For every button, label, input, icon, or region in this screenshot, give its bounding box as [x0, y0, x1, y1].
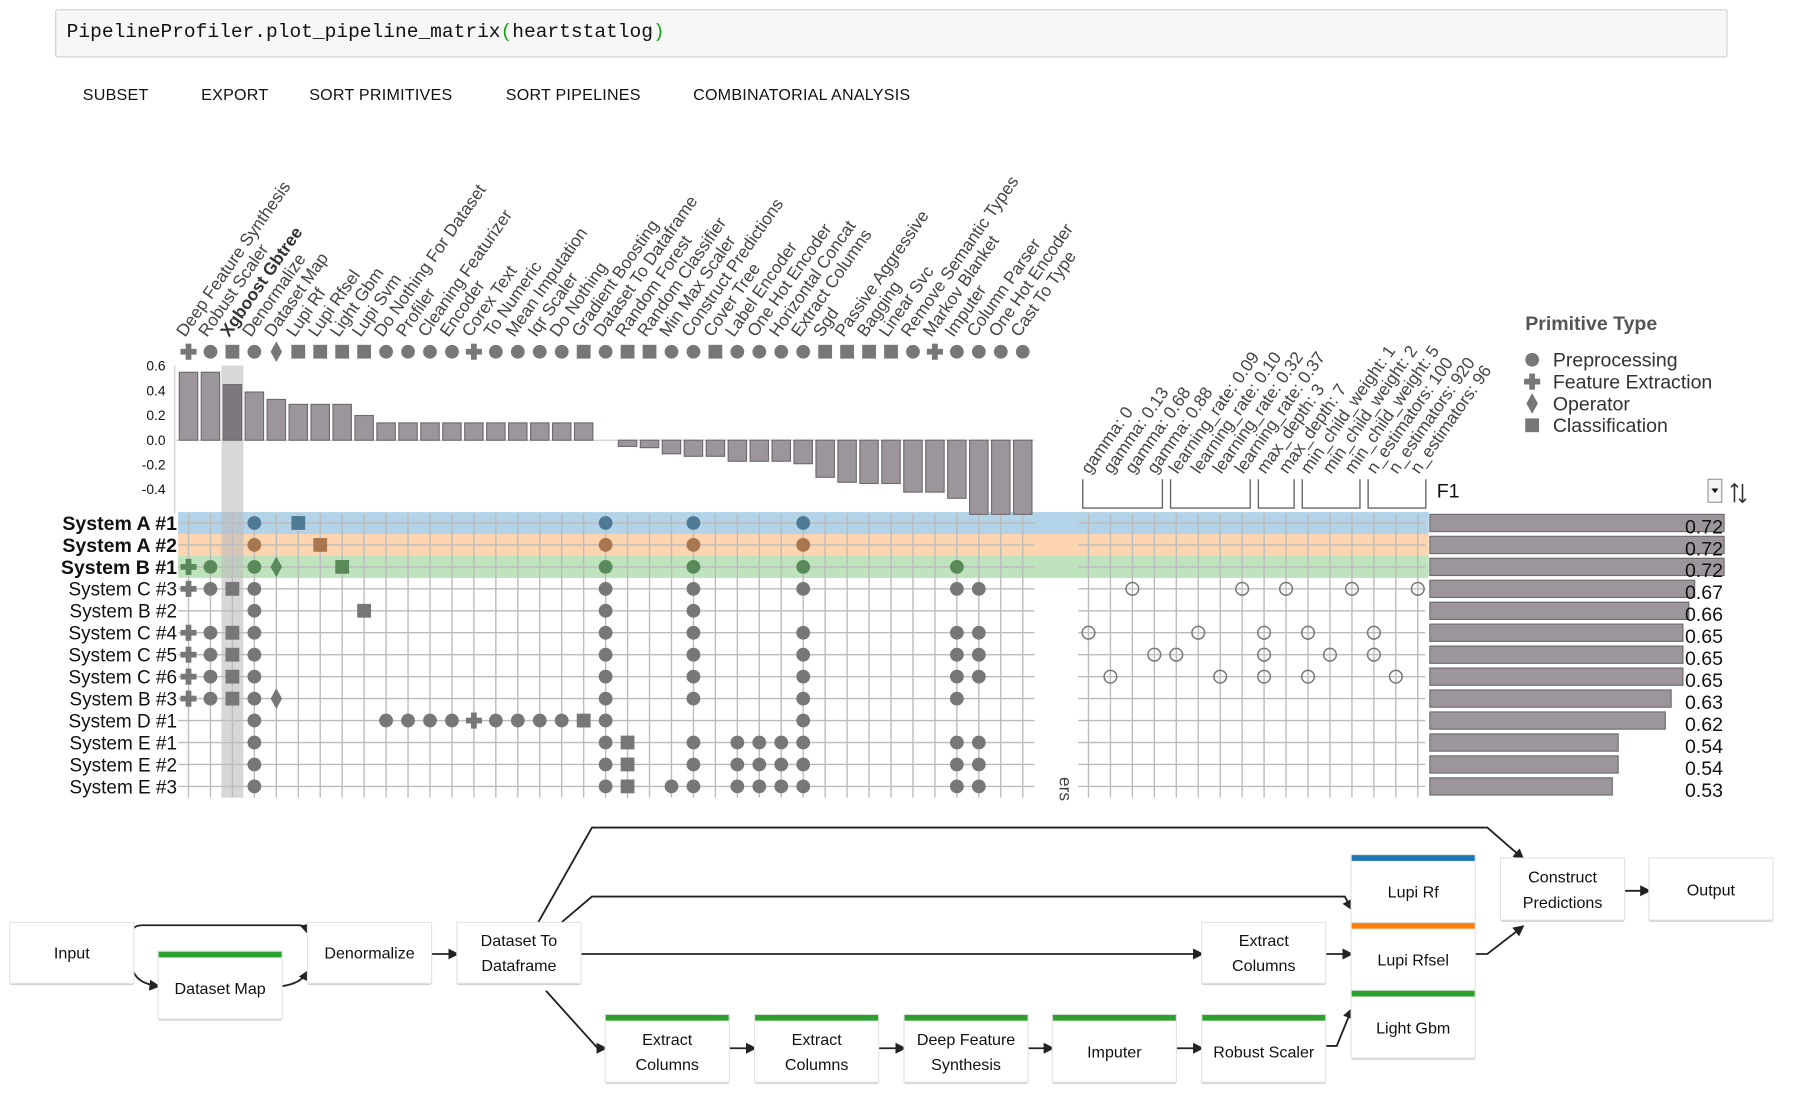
graph-node-label: Robust Scaler: [1213, 1041, 1315, 1061]
graph-node-extract-columns-2[interactable]: Extract Columns: [755, 1014, 879, 1082]
graph-edge: [1474, 925, 1525, 955]
graph-node-label: Construct Predictions: [1522, 867, 1603, 911]
node-highlight-bar: [1202, 1014, 1326, 1021]
graph-node-lupi-rfsel[interactable]: Lupi Rfsel: [1351, 922, 1475, 991]
graph-edge: [560, 895, 1353, 924]
graph-edge: [1325, 1007, 1354, 1047]
graph-edge: [132, 970, 161, 991]
node-highlight-bar: [158, 951, 282, 958]
graph-node-deep-feature-synthesis[interactable]: Deep Feature Synthesis: [904, 1014, 1028, 1082]
node-highlight-bar: [1351, 922, 1475, 929]
graph-edge: [281, 969, 309, 988]
graph-edge: [545, 990, 608, 1054]
graph-node-label: Input: [53, 943, 90, 963]
graph-node-extract-columns-top[interactable]: Extract Columns: [1202, 922, 1326, 983]
graph-node-construct-predictions[interactable]: Construct Predictions: [1501, 858, 1625, 920]
graph-node-label: Light Gbm: [1376, 1017, 1451, 1037]
graph-node-label: Extract Columns: [1232, 931, 1296, 975]
graph-edge: [132, 922, 311, 936]
node-highlight-bar: [904, 1014, 1028, 1021]
graph-node-label: Lupi Rf: [1387, 882, 1439, 902]
node-highlight-bar: [605, 1014, 729, 1021]
graph-node-label: Dataset To Dataframe: [480, 931, 558, 975]
pipeline-profiler: PipelineProfiler.plot_pipeline_matrix(he…: [0, 0, 1800, 1100]
graph-node-light-gbm[interactable]: Light Gbm: [1351, 990, 1475, 1058]
graph-node-imputer[interactable]: Imputer: [1052, 1014, 1176, 1082]
graph-node-dataset-to-dataframe[interactable]: Dataset To Dataframe: [457, 922, 581, 983]
node-highlight-bar: [1351, 990, 1475, 997]
graph-edges: [132, 826, 1652, 1054]
graph-node-label: Imputer: [1087, 1041, 1142, 1061]
node-highlight-bar: [1052, 1014, 1176, 1021]
graph-node-label: Denormalize: [324, 943, 415, 963]
graph-node-label: Deep Feature Synthesis: [916, 1029, 1016, 1073]
graph-node-robust-scaler[interactable]: Robust Scaler: [1202, 1014, 1326, 1082]
graph-node-output[interactable]: Output: [1649, 858, 1773, 920]
graph-node-input[interactable]: Input: [10, 922, 134, 983]
node-highlight-bar: [755, 1014, 879, 1021]
graph-node-denormalize[interactable]: Denormalize: [308, 922, 432, 983]
graph-node-label: Extract Columns: [784, 1029, 849, 1073]
graph-node-dataset-map[interactable]: Dataset Map: [158, 951, 282, 1019]
graph-node-label: Output: [1686, 879, 1736, 899]
node-highlight-bar: [1351, 855, 1475, 861]
graph-node-label: Lupi Rfsel: [1377, 950, 1449, 969]
graph-node-lupi-rf[interactable]: Lupi Rf: [1351, 855, 1475, 923]
graph-node-label: Extract Columns: [635, 1029, 699, 1073]
graph-node-extract-columns-1[interactable]: Extract Columns: [605, 1014, 729, 1082]
graph-node-label: Dataset Map: [174, 978, 266, 998]
